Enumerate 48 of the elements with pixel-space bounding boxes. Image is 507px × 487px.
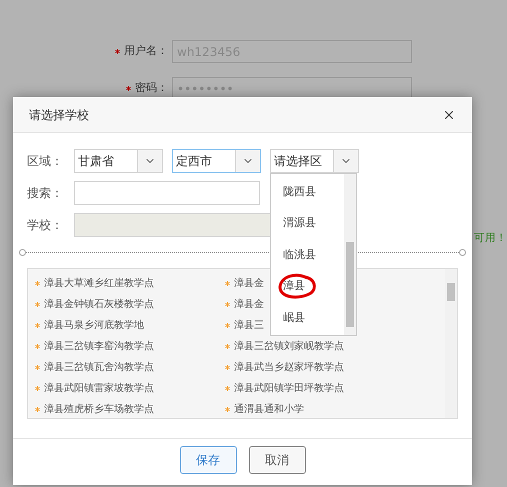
- field-label: 密码：: [135, 80, 168, 96]
- school-item[interactable]: 漳县三岔镇李窑沟教学点: [44, 339, 154, 354]
- hint-text: 可用！: [474, 231, 507, 246]
- dropdown-option[interactable]: 渭源县: [283, 215, 316, 232]
- asterisk-icon: [225, 302, 230, 307]
- school-item[interactable]: 漳县大草滩乡红崖教学点: [44, 276, 154, 291]
- asterisk-icon: [35, 386, 40, 391]
- asterisk-icon: [225, 344, 230, 349]
- asterisk-icon: [225, 281, 230, 286]
- school-item[interactable]: 漳县三岔镇瓦舍沟教学点: [44, 360, 154, 375]
- school-item[interactable]: 漳县金: [234, 276, 264, 291]
- school-item[interactable]: 漳县武当乡赵家坪教学点: [234, 360, 344, 375]
- asterisk-icon: [225, 386, 230, 391]
- asterisk-icon: [35, 344, 40, 349]
- dropdown-option[interactable]: 漳县: [283, 278, 305, 294]
- asterisk-icon: [35, 281, 40, 286]
- school-item[interactable]: 漳县马泉乡河底教学地: [44, 318, 144, 333]
- select-field[interactable]: 甘肃省: [74, 149, 163, 173]
- field-label: 用户名：: [124, 43, 168, 60]
- school-item[interactable]: 通渭县通和小学: [234, 402, 304, 417]
- select-field[interactable]: 请选择区: [270, 149, 359, 173]
- scrollbar[interactable]: [344, 174, 356, 335]
- asterisk-icon: [35, 365, 40, 370]
- asterisk-icon: [35, 323, 40, 328]
- select-field[interactable]: 定西市: [172, 149, 261, 173]
- dropdown-option[interactable]: 岷县: [283, 310, 305, 326]
- dropdown-option[interactable]: 陇西县: [283, 184, 316, 200]
- asterisk-icon: [35, 407, 40, 412]
- scrollbar[interactable]: [445, 269, 457, 418]
- school-item[interactable]: 漳县武阳镇学田坪教学点: [234, 381, 344, 396]
- search-field[interactable]: [74, 181, 260, 205]
- asterisk-icon: [225, 407, 230, 412]
- asterisk-icon: [225, 323, 230, 328]
- asterisk-icon: [35, 302, 40, 307]
- asterisk-icon: [225, 365, 230, 370]
- field-label: 学校：: [27, 217, 64, 234]
- field-label: 搜索：: [27, 185, 64, 202]
- field-label: 区域：: [27, 153, 64, 170]
- school-item[interactable]: 漳县武阳镇雷家坡教学点: [44, 381, 154, 396]
- school-item[interactable]: 漳县殖虎桥乡车场教学点: [44, 402, 154, 417]
- dialog-title: 请选择学校: [29, 106, 89, 124]
- school-item[interactable]: 漳县三岔镇刘家岘教学点: [234, 339, 344, 354]
- school-item[interactable]: 漳县三: [234, 318, 264, 333]
- save-button[interactable]: 保存: [180, 446, 236, 474]
- school-item[interactable]: 漳县金钟镇石灰楼教学点: [44, 297, 154, 312]
- school-item[interactable]: 漳县金: [234, 297, 264, 312]
- cancel-button[interactable]: 取消: [248, 446, 306, 474]
- dropdown-option[interactable]: 临洮县: [283, 246, 316, 263]
